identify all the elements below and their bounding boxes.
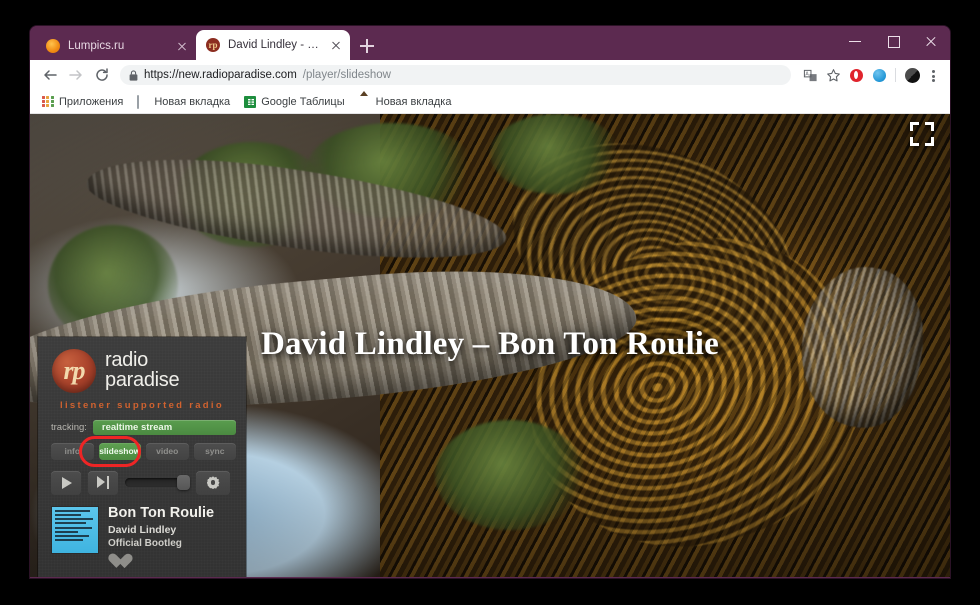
heart-icon[interactable] [108, 554, 125, 569]
page-icon [137, 94, 149, 109]
rp-favicon-icon: rp [206, 38, 220, 52]
tracking-label: tracking: [51, 421, 87, 433]
browser-window: Lumpics.ru rp David Lindley - Bon Ton Ro… [30, 26, 950, 578]
play-button[interactable] [51, 470, 81, 495]
maximize-button[interactable] [874, 26, 912, 56]
bookmark-apps[interactable]: Приложения [42, 95, 124, 108]
radio-paradise-player: rp radio paradise listener supported rad… [38, 337, 246, 577]
bookmarks-bar: Приложения Новая вкладка Google Таблицы … [30, 90, 950, 114]
lock-icon [129, 69, 138, 81]
bookmark-star-icon[interactable] [822, 64, 844, 86]
tab-lumpics[interactable]: Lumpics.ru [36, 32, 196, 60]
tab-title: Lumpics.ru [68, 40, 125, 52]
fullscreen-expand-icon[interactable] [910, 122, 934, 146]
bookmark-label: Google Таблицы [261, 95, 345, 108]
now-playing-block: Bon Ton Roulie David Lindley Official Bo… [48, 505, 236, 569]
bookmark-label: Новая вкладка [154, 95, 231, 108]
rp-logo-mark-icon: rp [52, 348, 96, 393]
bookmark-label: Приложения [59, 95, 124, 108]
toolbar-divider [895, 68, 896, 82]
reload-button[interactable] [90, 63, 114, 87]
apps-grid-icon [42, 95, 54, 108]
tab-title: David Lindley - Bon Ton Roulie [228, 39, 322, 51]
opera-extension-icon[interactable] [845, 64, 867, 86]
translate-icon[interactable]: A [799, 64, 821, 86]
screenshot-root: Lumpics.ru rp David Lindley - Bon Ton Ro… [0, 0, 980, 605]
tracking-row: tracking: realtime stream [48, 419, 236, 435]
google-sheets-icon [244, 95, 257, 108]
new-tab-button[interactable] [354, 33, 380, 59]
track-title: Bon Ton Roulie [108, 505, 215, 521]
skip-next-button[interactable] [88, 470, 118, 495]
gear-icon [207, 476, 220, 489]
rp-tagline: listener supported radio [60, 399, 224, 411]
lumpics-favicon-icon [46, 39, 60, 53]
address-bar[interactable]: https://new.radioparadise.com/player/sli… [120, 65, 791, 85]
toolbar-icons: A [799, 64, 942, 86]
mode-button-sync[interactable]: sync [193, 442, 236, 460]
now-playing-meta: Bon Ton Roulie David Lindley Official Bo… [108, 506, 236, 569]
volume-slider[interactable] [125, 471, 190, 495]
bookmark-label: Новая вкладка [375, 95, 452, 108]
tab-close-icon[interactable] [330, 39, 342, 51]
album-art-thumbnail[interactable] [51, 505, 99, 554]
bookmark-new-tab-2[interactable]: Новая вкладка [359, 96, 452, 108]
window-controls [836, 26, 950, 56]
globe-extension-icon[interactable] [868, 64, 890, 86]
forward-button[interactable] [64, 63, 88, 87]
image-icon [359, 96, 371, 108]
tab-close-icon[interactable] [176, 40, 188, 52]
track-artist: David Lindley [108, 524, 177, 536]
player-controls [48, 470, 236, 495]
chrome-menu-icon[interactable] [924, 64, 942, 86]
settings-gear-button[interactable] [196, 470, 230, 495]
close-window-button[interactable] [912, 26, 950, 56]
back-button[interactable] [38, 63, 62, 87]
tab-radio-paradise[interactable]: rp David Lindley - Bon Ton Roulie [196, 30, 350, 60]
browser-toolbar: https://new.radioparadise.com/player/sli… [30, 60, 950, 90]
rp-logo-line2: paradise [105, 368, 180, 391]
minimize-button[interactable] [836, 26, 874, 56]
track-album: Official Bootleg [108, 538, 182, 549]
tracking-value[interactable]: realtime stream [92, 419, 236, 435]
rp-logo[interactable]: rp radio paradise [48, 347, 236, 393]
mode-button-info[interactable]: info [51, 442, 94, 460]
mode-button-row: info slideshow video sync [48, 435, 236, 467]
bookmark-google-sheets[interactable]: Google Таблицы [244, 95, 345, 108]
tab-strip: Lumpics.ru rp David Lindley - Bon Ton Ro… [30, 26, 950, 60]
volume-knob[interactable] [177, 475, 190, 491]
mode-button-slideshow[interactable]: slideshow [98, 442, 141, 460]
page-viewport: David Lindley – Bon Ton Roulie Bristleco… [30, 114, 950, 577]
rp-logo-wordmark: radio paradise [105, 349, 180, 391]
bookmark-new-tab-1[interactable]: Новая вкладка [137, 94, 231, 109]
url-host: https://new.radioparadise.com [144, 69, 297, 81]
url-path: /player/slideshow [302, 69, 391, 81]
rp-logo-line1: radio [105, 349, 148, 372]
profile-avatar[interactable] [901, 64, 923, 86]
mode-button-video[interactable]: video [146, 442, 189, 460]
